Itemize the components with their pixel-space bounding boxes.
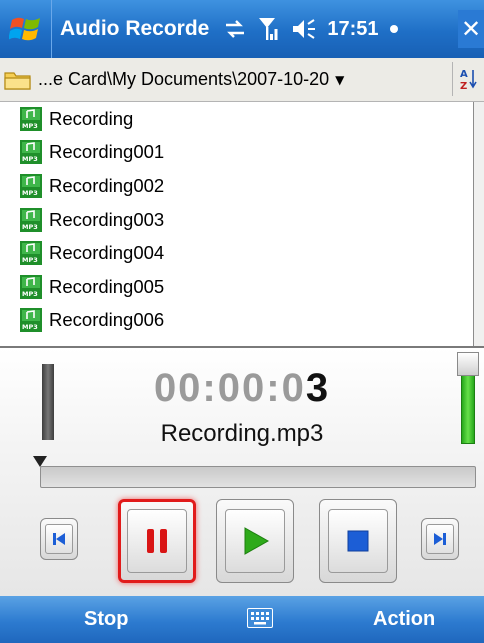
previous-button[interactable] [40,518,78,560]
list-item[interactable]: MP3 Recording005 [0,270,473,304]
list-item[interactable]: MP3 Recording002 [0,169,473,203]
keyboard-icon[interactable] [247,608,273,628]
player-panel: 00:00:03 Recording.mp3 [0,346,484,596]
stop-button[interactable] [319,499,397,583]
stop-icon [347,530,369,552]
notification-dot-icon [389,25,398,33]
transport-controls [0,498,484,593]
svg-text:MP3: MP3 [22,256,38,264]
title-bar: Audio Recorde 17:51 ✕ [0,0,484,58]
mp3-file-icon: MP3 [20,241,42,266]
next-button[interactable] [421,518,459,560]
volume-icon[interactable] [291,17,317,41]
list-item[interactable]: MP3 Recording006 [0,304,473,338]
stop-button-face [328,509,388,573]
file-name: Recording002 [49,174,165,196]
close-button[interactable]: ✕ [458,10,484,48]
mp3-file-icon: MP3 [20,274,42,299]
start-button[interactable] [0,0,52,58]
folder-path: ...e Card\My Documents\2007-10-20 [38,69,330,89]
svg-text:MP3: MP3 [22,189,38,197]
mp3-file-icon: MP3 [20,173,42,198]
mp3-file-icon: MP3 [20,308,42,333]
list-item[interactable]: MP3 Recording004 [0,236,473,270]
close-icon: ✕ [460,15,482,43]
svg-text:Z: Z [460,81,467,92]
current-filename: Recording.mp3 [160,420,324,447]
timer-lit-digit: 3 [305,366,331,410]
play-button-face [225,509,285,573]
file-name: Recording005 [49,275,165,297]
clock[interactable]: 17:51 [327,18,378,41]
svg-text:MP3: MP3 [22,122,38,130]
timer-dim-digits: 00:00:0 [153,366,306,410]
list-item[interactable]: MP3 Recording [0,102,473,136]
file-name: Recording006 [49,309,165,331]
chevron-down-icon: ▼ [335,72,345,87]
elapsed-timer: 00:00:03 [0,366,484,411]
status-icons: 17:51 [223,16,398,42]
list-item[interactable]: MP3 Recording003 [0,203,473,237]
previous-button-face [45,524,73,554]
mp3-file-icon: MP3 [20,106,42,131]
folder-icon [4,71,31,90]
app-title: Audio Recorde [60,17,210,40]
svg-text:MP3: MP3 [22,155,38,163]
file-name: Recording004 [49,242,165,264]
file-name: Recording001 [49,141,165,163]
sort-button[interactable]: A Z [452,62,484,96]
sort-az-icon: A Z [460,69,477,92]
svg-text:MP3: MP3 [22,290,38,298]
skip-next-icon [434,533,446,545]
progress-slider[interactable] [40,466,476,488]
mp3-file-icon: MP3 [20,207,42,232]
path-bar: ...e Card\My Documents\2007-10-20 ▼ A Z [0,58,484,102]
play-icon [244,527,270,555]
signal-strength-icon[interactable] [257,16,281,42]
svg-text:A: A [460,69,468,80]
skip-previous-icon [53,533,65,545]
folder-path-dropdown[interactable]: ...e Card\My Documents\2007-10-20 ▼ [0,60,440,100]
soft-key-bar: Stop Action [0,596,484,643]
keyboard-keys-icon [251,612,269,625]
list-item[interactable]: MP3 Recording001 [0,136,473,170]
next-button-face [426,524,454,554]
soft-key-left[interactable]: Stop [84,596,128,643]
svg-text:MP3: MP3 [22,223,38,231]
sync-arrows-icon[interactable] [223,18,247,40]
windows-flag-icon [8,17,40,41]
soft-key-right[interactable]: Action [373,596,435,643]
svg-text:MP3: MP3 [22,323,38,331]
pause-button-face [127,509,187,573]
file-name: Recording003 [49,208,165,230]
file-list: MP3 Recording MP3 Recording001 MP3 Recor… [0,102,473,346]
pause-icon [147,529,167,553]
file-name: Recording [49,107,134,129]
mp3-file-icon: MP3 [20,140,42,165]
play-button[interactable] [216,499,294,583]
pause-button[interactable] [118,499,196,583]
list-scrollbar[interactable] [473,102,484,346]
